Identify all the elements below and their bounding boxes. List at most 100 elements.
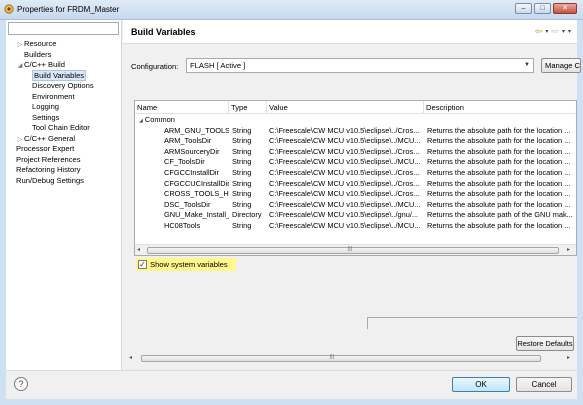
tree-item[interactable]: Environment: [6, 92, 122, 103]
configuration-value: FLASH [ Active ]: [190, 61, 246, 70]
tree-item-label: Discovery Options: [32, 81, 94, 90]
ok-button[interactable]: OK: [452, 377, 510, 392]
cell-value: C:\Freescale\CW MCU v10.5\eclipse\../gnu…: [269, 210, 419, 220]
cell-value: C:\Freescale\CW MCU v10.5\eclipse\../MCU…: [269, 199, 421, 209]
chevron-down-icon: ▼: [524, 62, 530, 68]
tree-item[interactable]: Project References: [6, 155, 122, 166]
cell-name: DSC_ToolsDir: [164, 199, 211, 209]
filter-input[interactable]: [8, 22, 119, 35]
table-row[interactable]: CFGCCUCInstallDir String C:\Freescale\CW M…: [135, 178, 576, 189]
column-header-name[interactable]: Name: [135, 101, 229, 114]
tree-item[interactable]: ▷ C/C++ General: [6, 134, 122, 145]
table-row[interactable]: ARM_ToolsDir String C:\Freescale\CW MCU v1…: [135, 136, 576, 146]
cell-description: Returns the absolute path for the locati…: [427, 146, 571, 156]
cell-description: Returns the absolute path for the locati…: [427, 157, 571, 167]
scroll-left-icon[interactable]: ◂: [137, 246, 140, 253]
tree-item[interactable]: Settings: [6, 113, 122, 124]
tree-item-label: Processor Expert: [16, 144, 75, 153]
cell-type: String: [232, 167, 252, 177]
tree-item[interactable]: Logging: [6, 102, 122, 113]
column-header-value[interactable]: Value: [267, 101, 424, 114]
forward-arrow-icon[interactable]: ⇨: [551, 26, 559, 37]
scroll-right-icon[interactable]: ▸: [567, 246, 570, 253]
scroll-thumb[interactable]: [147, 247, 559, 254]
cell-description: Returns the absolute path for the locati…: [427, 167, 571, 177]
window-controls: – □ ✕: [513, 3, 577, 14]
tree-item[interactable]: Tool Chain Editor: [6, 123, 122, 134]
variables-table: Name Type Value Description ◢ Common ARM…: [134, 100, 577, 256]
group-row-common[interactable]: ◢ Common: [135, 115, 576, 125]
column-header-description[interactable]: Description: [424, 101, 576, 114]
cell-value: C:\Freescale\CW MCU v10.5\eclipse\../Cro…: [269, 167, 420, 177]
cell-type: String: [232, 146, 252, 156]
cell-description: Returns the absolute path for the locati…: [427, 199, 571, 209]
restore-defaults-button[interactable]: Restore Defaults: [516, 336, 574, 351]
tree-item[interactable]: Processor Expert: [6, 144, 122, 155]
back-arrow-icon[interactable]: ⇦: [535, 26, 543, 37]
cell-description: Returns the absolute path of the GNU mak…: [427, 210, 573, 220]
window-title: Properties for FRDM_Master: [17, 5, 120, 14]
scroll-right-icon[interactable]: ▸: [567, 354, 570, 361]
configuration-select[interactable]: FLASH [ Active ] ▼: [186, 58, 534, 73]
tree-item[interactable]: Builders: [6, 50, 122, 61]
tree-item[interactable]: ▷ Resource: [6, 39, 122, 50]
table-row[interactable]: GNU_Make_Install_D Directory C:\Freescale\…: [135, 210, 576, 220]
cell-type: String: [232, 157, 252, 167]
table-row[interactable]: CF_ToolsDir String C:\Freescale\CW MCU v10…: [135, 157, 576, 167]
tree-item[interactable]: Run/Debug Settings: [6, 176, 122, 187]
show-system-variables-checkbox[interactable]: ✓: [138, 260, 147, 269]
table-row[interactable]: DSC_ToolsDir String C:\Freescale\CW MCU v1…: [135, 199, 576, 210]
tree-item-label: Resource: [24, 39, 57, 48]
table-row[interactable]: ARM_GNU_TOOLS_HString C:\Freescale\CW MCU…: [135, 125, 576, 136]
title-bar: Properties for FRDM_Master – □ ✕: [0, 0, 583, 20]
table-row[interactable]: CFGCCInstallDir String C:\Freescale\CW MCU…: [135, 167, 576, 178]
tree-item-label: Project References: [16, 154, 81, 164]
cell-type: Directory: [232, 210, 262, 220]
table-row[interactable]: HC08Tools String C:\Freescale\CW MCU v10.5…: [135, 220, 576, 231]
page-horizontal-scrollbar[interactable]: ◂ ||| ▸: [123, 353, 577, 364]
tree-item[interactable]: Refactoring History: [6, 165, 122, 176]
table-row[interactable]: ARMSourceryDir String C:\Freescale\CW MCU …: [135, 146, 576, 157]
cell-value: C:\Freescale\CW MCU v10.5\eclipse\../MCU…: [269, 220, 421, 230]
cell-type: String: [232, 178, 252, 188]
empty-field-frame: [367, 317, 577, 329]
tree-item-label: Builders: [24, 49, 52, 59]
expanded-twisty-icon[interactable]: ◢: [139, 118, 143, 124]
table-row[interactable]: CROSS_TOOLS_HOMString C:\Freescale\CW MCU…: [135, 189, 576, 199]
configuration-row: Configuration: FLASH [ Active ] ▼ Manage…: [131, 58, 581, 74]
forward-menu-chevron-icon[interactable]: ▾: [562, 28, 565, 37]
close-button[interactable]: ✕: [553, 3, 577, 14]
page-tree: ▷ Resource Builders ◢ C/C++ Build Build Varia…: [6, 39, 122, 186]
manage-configurations-button[interactable]: Manage C: [541, 58, 581, 73]
group-label: ◢ Common: [138, 115, 198, 125]
show-system-variables-row[interactable]: ✓ Show system variables: [136, 258, 236, 271]
cell-name: ARM_GNU_TOOLS_H: [164, 125, 229, 135]
column-header-type[interactable]: Type: [229, 101, 267, 114]
tree-item-label: Logging: [32, 102, 60, 111]
back-menu-chevron-icon[interactable]: ▾: [545, 28, 548, 37]
cell-name: ARM_ToolsDir: [164, 136, 212, 146]
tree-item[interactable]: ◢ C/C++ Build: [6, 60, 122, 71]
show-system-variables-label: Show system variables: [150, 260, 228, 269]
scroll-left-icon[interactable]: ◂: [129, 354, 132, 361]
cell-value: C:\Freescale\CW MCU v10.5\eclipse\../MCU…: [269, 136, 421, 146]
tree-item-label: Settings: [32, 112, 60, 122]
cell-name: CFGCCInstallDir: [164, 167, 220, 177]
table-horizontal-scrollbar[interactable]: ◂ ||| ▸: [135, 244, 576, 255]
help-icon[interactable]: ?: [14, 377, 28, 391]
cancel-button[interactable]: Cancel: [516, 377, 572, 392]
group-name: Common: [144, 115, 175, 124]
minimize-button[interactable]: –: [515, 3, 532, 14]
cell-name: HC08Tools: [164, 220, 201, 230]
maximize-button[interactable]: □: [534, 3, 551, 14]
page-title: Build Variables: [131, 27, 196, 37]
cell-value: C:\Freescale\CW MCU v10.5\eclipse\../Cro…: [269, 125, 420, 135]
app-icon: [4, 4, 14, 14]
scroll-thumb[interactable]: [141, 355, 541, 362]
tree-item[interactable]: Build Variables: [6, 69, 122, 82]
cell-description: Returns the absolute path for the locati…: [427, 125, 571, 135]
cell-name: CFGCCUCInstallDir: [164, 178, 229, 188]
cell-description: Returns the absolute path for the locati…: [427, 178, 571, 188]
tree-item[interactable]: Discovery Options: [6, 81, 122, 92]
view-menu-chevron-icon[interactable]: ▾: [568, 28, 571, 37]
